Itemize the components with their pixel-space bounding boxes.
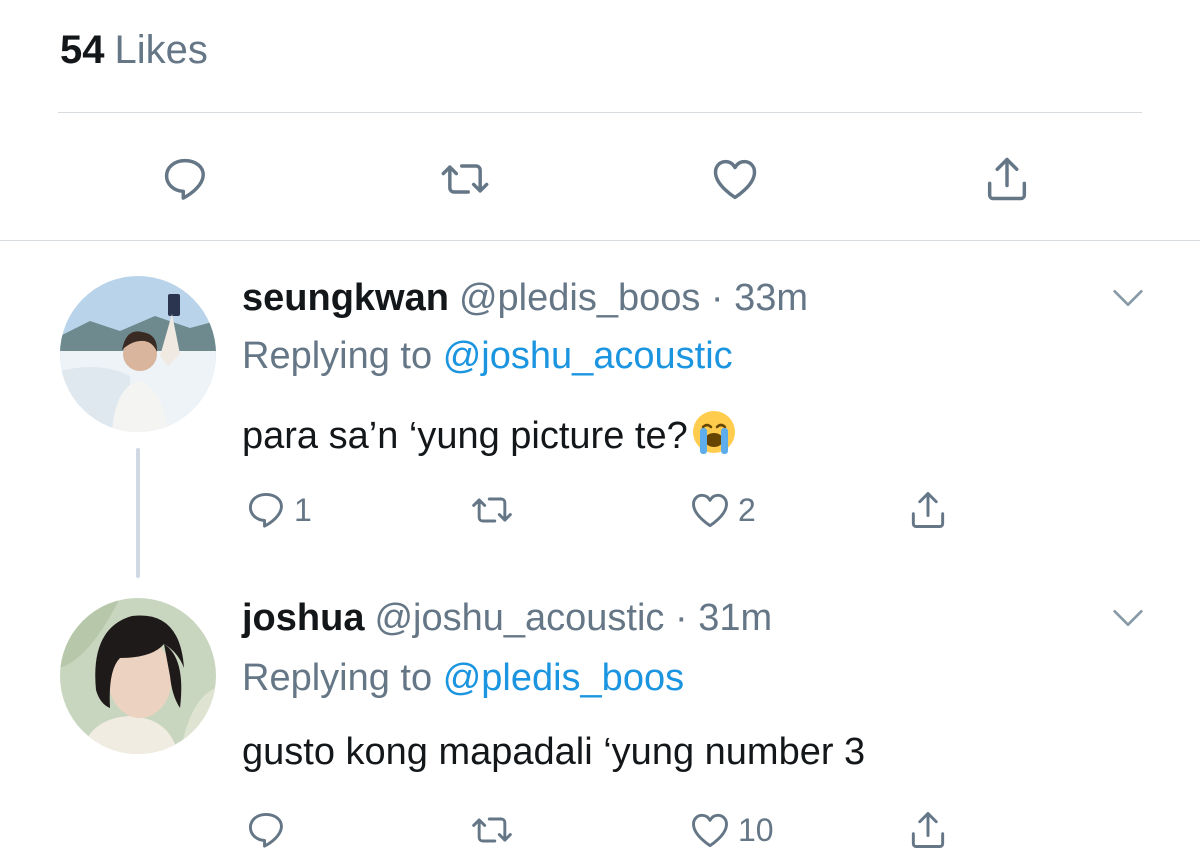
heart-icon xyxy=(713,159,757,200)
tweet-text-body: para sa’n ‘yung picture te? xyxy=(242,415,688,458)
replying-to-label: Replying to xyxy=(242,335,433,377)
divider xyxy=(58,112,1142,113)
tweet-header: seungkwan @pledis_boos · 33m xyxy=(242,276,808,320)
username[interactable]: @pledis_boos xyxy=(459,277,700,319)
reply-icon xyxy=(164,158,205,200)
reply-button[interactable] xyxy=(156,150,214,208)
chevron-down-icon xyxy=(1113,610,1143,626)
reply-button[interactable]: 1 xyxy=(244,486,312,534)
like-button[interactable]: 2 xyxy=(688,486,756,534)
divider xyxy=(0,240,1200,241)
more-options-button[interactable] xyxy=(1108,598,1148,638)
share-button[interactable] xyxy=(906,806,950,854)
thread-line xyxy=(136,448,140,578)
likes-summary[interactable]: 54 Likes xyxy=(60,28,208,72)
reply-count: 1 xyxy=(294,491,312,528)
tweet-header: joshua @joshu_acoustic · 31m xyxy=(242,596,772,640)
retweet-button[interactable] xyxy=(470,806,514,854)
like-count: 2 xyxy=(738,491,756,528)
retweet-button[interactable] xyxy=(470,486,514,534)
avatar[interactable] xyxy=(60,598,216,754)
loudly-crying-face-icon xyxy=(690,408,738,468)
timestamp[interactable]: · 33m xyxy=(711,277,808,319)
heart-icon xyxy=(692,813,728,848)
share-button[interactable] xyxy=(906,486,950,534)
reply-button[interactable] xyxy=(244,806,294,854)
reply-icon xyxy=(248,812,283,848)
username[interactable]: @joshu_acoustic xyxy=(374,597,664,639)
retweet-icon xyxy=(441,164,489,194)
share-button[interactable] xyxy=(978,150,1036,208)
retweet-button[interactable] xyxy=(436,150,494,208)
chevron-down-icon xyxy=(1113,290,1143,306)
avatar-image-portrait xyxy=(60,598,216,754)
share-icon xyxy=(911,812,945,848)
heart-icon xyxy=(692,493,728,528)
timestamp[interactable]: · 31m xyxy=(675,597,772,639)
avatar-image-snow xyxy=(60,276,216,432)
like-button[interactable] xyxy=(706,150,764,208)
share-icon xyxy=(987,157,1027,201)
likes-label: Likes xyxy=(114,28,208,72)
retweet-icon xyxy=(472,497,512,523)
reply-icon xyxy=(248,492,283,528)
tweet-text: gusto kong mapadali ‘yung number 3 xyxy=(242,728,865,776)
tweet-text: para sa’n ‘yung picture te? xyxy=(242,408,738,468)
likes-count: 54 xyxy=(60,28,105,72)
more-options-button[interactable] xyxy=(1108,278,1148,318)
like-count: 10 xyxy=(738,811,774,848)
main-action-bar xyxy=(0,140,1200,210)
replying-to: Replying to @pledis_boos xyxy=(242,656,684,700)
display-name[interactable]: joshua xyxy=(242,597,364,639)
replying-to-handle[interactable]: @joshu_acoustic xyxy=(443,335,733,377)
share-icon xyxy=(911,492,945,528)
display-name[interactable]: seungkwan xyxy=(242,277,449,319)
like-button[interactable]: 10 xyxy=(688,806,774,854)
tweet-text-body: gusto kong mapadali ‘yung number 3 xyxy=(242,731,866,773)
avatar[interactable] xyxy=(60,276,216,432)
retweet-icon xyxy=(472,817,512,843)
replying-to-label: Replying to xyxy=(242,657,433,699)
replying-to-handle[interactable]: @pledis_boos xyxy=(443,657,684,699)
replying-to: Replying to @joshu_acoustic xyxy=(242,334,733,378)
